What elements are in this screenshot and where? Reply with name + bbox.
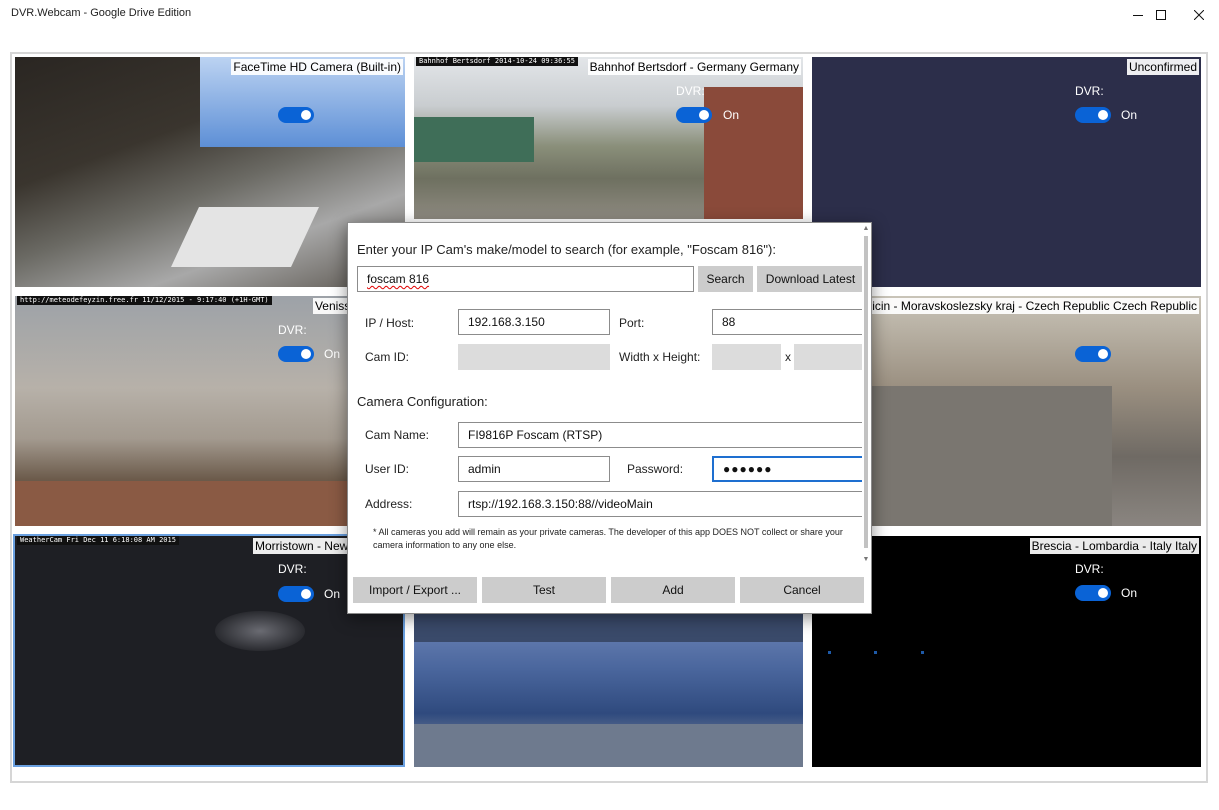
camera-label-8: Brescia - Lombardia - Italy Italy	[1029, 538, 1199, 554]
dvr-toggle-5[interactable]	[1075, 346, 1111, 362]
square-shape	[852, 386, 1112, 526]
cancel-button[interactable]: Cancel	[740, 577, 864, 603]
dvr-label-3: DVR:	[1075, 84, 1104, 98]
dvr-label-2: DVR:	[676, 84, 705, 98]
keyboard-shape	[171, 207, 319, 267]
search-prompt: Enter your IP Cam's make/model to search…	[357, 242, 776, 257]
cam-id-input[interactable]	[458, 344, 610, 370]
light-dot	[828, 651, 831, 654]
port-label: Port:	[619, 316, 645, 330]
camera-tile-bahnhof[interactable]: Bahnhof Bertsdorf 2014-10-24 09:36:55 DV…	[414, 57, 803, 219]
light-glow	[215, 611, 305, 651]
test-button[interactable]: Test	[482, 577, 606, 603]
title-bar: DVR.Webcam - Google Drive Edition	[0, 0, 1219, 30]
scroll-thumb[interactable]	[864, 236, 868, 548]
close-icon	[1194, 10, 1204, 20]
cam-name-input[interactable]: FI9816P Foscam (RTSP)	[458, 422, 864, 448]
width-input[interactable]	[712, 344, 781, 370]
privacy-note: * All cameras you add will remain as you…	[373, 527, 843, 550]
train-shape	[414, 117, 534, 162]
dvr-toggle-1[interactable]	[278, 107, 314, 123]
dvr-toggle-text-4: On	[324, 347, 341, 361]
camera-label-2: Bahnhof Bertsdorf - Germany Germany	[587, 59, 801, 75]
dvr-label-4: DVR:	[278, 323, 307, 337]
width-height-label: Width x Height:	[619, 350, 701, 364]
camera-configuration-heading: Camera Configuration:	[357, 394, 488, 409]
cam-id-label: Cam ID:	[365, 350, 410, 364]
dvr-toggle-2[interactable]	[676, 107, 712, 123]
password-label: Password:	[627, 462, 684, 476]
dvr-toggle-8[interactable]	[1075, 585, 1111, 601]
close-button[interactable]	[1176, 0, 1219, 30]
search-input[interactable]: foscam 816	[357, 266, 694, 292]
dvr-toggle-6[interactable]	[278, 586, 314, 602]
maximize-icon	[1156, 10, 1166, 20]
scroll-up-arrow-icon[interactable]: ▲	[862, 225, 870, 233]
dvr-toggle-text-3: On	[1121, 108, 1138, 122]
dvr-toggle-text-2: On	[723, 108, 740, 122]
width-height-separator: x	[785, 350, 791, 364]
download-latest-button[interactable]: Download Latest	[757, 266, 864, 292]
search-input-value: foscam 816	[367, 272, 430, 286]
camera-stamp-2: Bahnhof Bertsdorf 2014-10-24 09:36:55	[416, 57, 578, 66]
shore-shape	[414, 724, 803, 767]
window-title: DVR.Webcam - Google Drive Edition	[11, 7, 192, 19]
dvr-label-8: DVR:	[1075, 562, 1104, 576]
cam-name-label: Cam Name:	[365, 428, 430, 442]
dvr-toggle-3[interactable]	[1075, 107, 1111, 123]
camera-label-1: FaceTime HD Camera (Built-in)	[231, 59, 403, 75]
dvr-toggle-text-8: On	[1121, 586, 1138, 600]
camera-stamp-6: WeatherCam Fri Dec 11 6:18:08 AM 2015	[17, 536, 179, 545]
port-input[interactable]: 88	[712, 309, 864, 335]
height-input[interactable]	[794, 344, 864, 370]
scroll-down-arrow-icon[interactable]: ▼	[862, 556, 870, 564]
station-building	[704, 87, 803, 219]
password-input[interactable]: ●●●●●●	[712, 456, 864, 482]
camera-stamp-4: http://meteodefeyzin.free.fr 11/12/2015 …	[17, 296, 272, 305]
user-id-input[interactable]: admin	[458, 456, 610, 482]
light-dot	[921, 651, 924, 654]
ip-host-input[interactable]: 192.168.3.150	[458, 309, 610, 335]
add-camera-dialog: Enter your IP Cam's make/model to search…	[347, 222, 872, 614]
camera-tile-lake[interactable]	[414, 614, 803, 767]
dvr-toggle-text-6: On	[324, 587, 341, 601]
address-label: Address:	[365, 497, 413, 511]
ip-host-label: IP / Host:	[365, 316, 415, 330]
user-id-label: User ID:	[365, 462, 410, 476]
dvr-toggle-4[interactable]	[278, 346, 314, 362]
dialog-scrollbar[interactable]: ▲ ▼	[862, 224, 870, 564]
light-dot	[874, 651, 877, 654]
address-input[interactable]: rtsp://192.168.3.150:88//videoMain	[458, 491, 864, 517]
mountain-shape	[414, 614, 803, 642]
import-export-button[interactable]: Import / Export ...	[353, 577, 477, 603]
search-button[interactable]: Search	[698, 266, 753, 292]
add-button[interactable]: Add	[611, 577, 735, 603]
dvr-label-6: DVR:	[278, 562, 307, 576]
camera-label-3: Unconfirmed	[1126, 59, 1199, 75]
camera-label-5: Novy Jicin - Moravskoslezsky kraj - Czec…	[833, 298, 1199, 314]
